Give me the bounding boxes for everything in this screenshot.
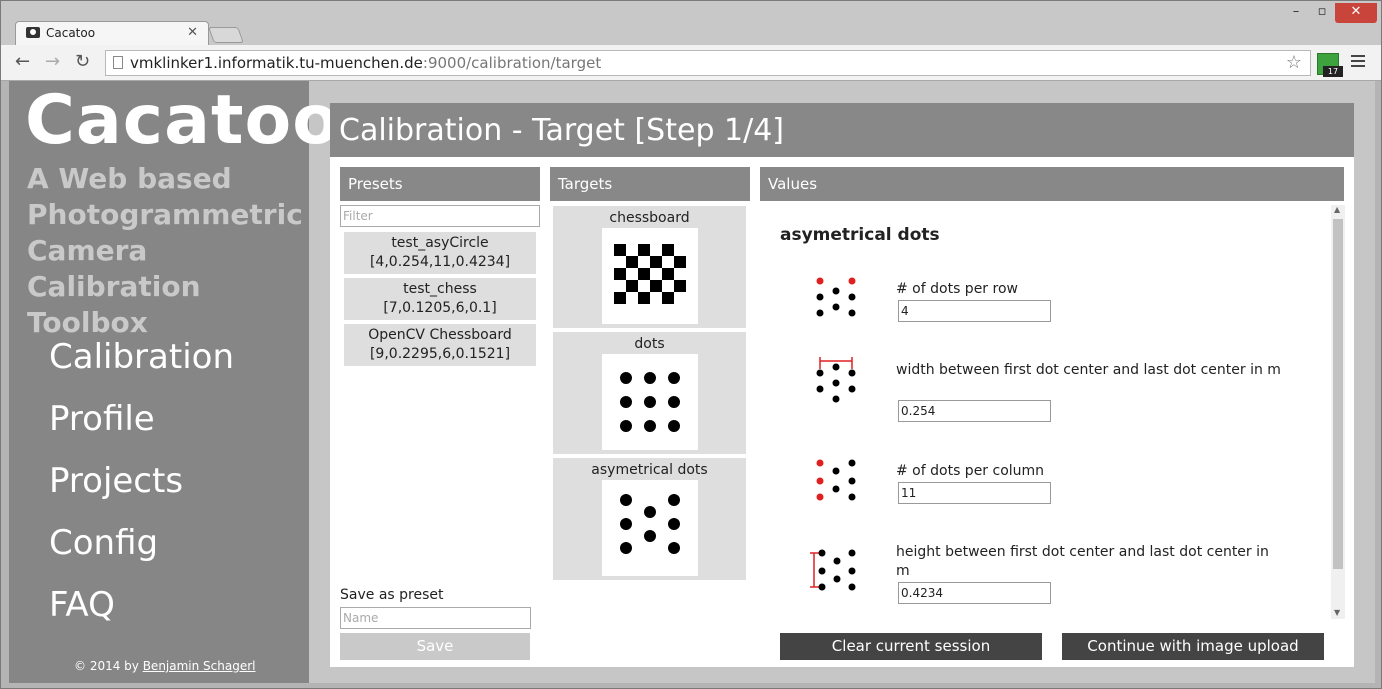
- reload-icon[interactable]: ↻: [75, 51, 90, 72]
- continue-upload-button[interactable]: Continue with image upload: [1062, 633, 1324, 660]
- bookmark-star-icon[interactable]: ☆: [1286, 52, 1302, 73]
- field-label: width between first dot center and last …: [896, 362, 1281, 378]
- field-label: height between first dot center and last…: [896, 544, 1269, 579]
- preset-name: test_asyCircle: [391, 235, 489, 251]
- page-title: Calibration - Target [Step 1/4]: [330, 103, 1354, 157]
- preset-name: OpenCV Chessboard: [368, 327, 512, 343]
- dots-per-row-input[interactable]: 4: [898, 300, 1051, 322]
- calibration-panel: Calibration - Target [Step 1/4] Presets …: [330, 103, 1354, 667]
- forward-arrow-icon[interactable]: →: [45, 51, 60, 72]
- nav-faq[interactable]: FAQ: [49, 585, 234, 647]
- filter-input[interactable]: Filter: [340, 205, 540, 227]
- nav-projects[interactable]: Projects: [49, 461, 234, 523]
- camera-icon: [26, 27, 40, 38]
- scroll-thumb[interactable]: [1333, 219, 1343, 569]
- dots-per-column-input[interactable]: 11: [898, 482, 1051, 504]
- window-controls: – ▫ ✕: [1283, 3, 1377, 23]
- preset-name-input[interactable]: Name: [340, 607, 531, 629]
- nav-calibration[interactable]: Calibration: [49, 337, 234, 399]
- field-label: # of dots per column: [896, 463, 1045, 479]
- dots-per-row-icon: [810, 275, 860, 325]
- new-tab-button[interactable]: [208, 27, 244, 43]
- tagline: A Web based Photogrammetric Camera Calib…: [27, 162, 303, 339]
- scroll-down-icon[interactable]: ▼: [1334, 608, 1340, 617]
- chessboard-image: [602, 228, 698, 324]
- extension-badge: 17: [1323, 66, 1343, 77]
- address-bar[interactable]: vmklinker1.informatik.tu-muenchen.de:900…: [105, 50, 1311, 76]
- close-window-icon[interactable]: ✕: [1335, 3, 1377, 23]
- preset-item[interactable]: test_asyCircle [4,0.254,11,0.4234]: [344, 232, 536, 274]
- save-preset-label: Save as preset: [340, 587, 444, 603]
- minimize-icon[interactable]: –: [1283, 3, 1309, 23]
- width-input[interactable]: 0.254: [898, 400, 1051, 422]
- preset-params: [4,0.254,11,0.4234]: [369, 254, 511, 270]
- dots-per-column-icon: [810, 457, 860, 507]
- sidebar: Cacatoo A Web based Photogrammetric Came…: [9, 81, 339, 683]
- asymetrical-dots-image: [602, 480, 698, 576]
- browser-tab[interactable]: Cacatoo ✕: [15, 21, 209, 45]
- values-form: asymetrical dots # of dots per row 4 wid…: [760, 203, 1344, 619]
- page: Cacatoo A Web based Photogrammetric Came…: [9, 81, 1375, 683]
- field-label: # of dots per row: [896, 281, 1018, 297]
- preset-params: [7,0.1205,6,0.1]: [383, 300, 497, 316]
- targets-heading: Targets: [550, 167, 750, 201]
- height-input[interactable]: 0.4234: [898, 582, 1051, 604]
- copyright-prefix: © 2014 by: [74, 659, 143, 673]
- target-dots[interactable]: dots: [553, 332, 746, 454]
- clear-session-button[interactable]: Clear current session: [780, 633, 1042, 660]
- values-scrollbar[interactable]: ▲ ▼: [1331, 205, 1345, 619]
- height-icon: [810, 545, 860, 595]
- url-host: vmklinker1.informatik.tu-muenchen.de: [130, 54, 423, 72]
- tab-title: Cacatoo: [46, 26, 96, 40]
- browser-window: Cacatoo ✕ – ▫ ✕ ← → ↻ vmklinker1.informa…: [0, 0, 1382, 689]
- save-button[interactable]: Save: [340, 633, 530, 660]
- maximize-icon[interactable]: ▫: [1309, 3, 1335, 23]
- presets-heading: Presets: [340, 167, 540, 201]
- copyright: © 2014 by Benjamin Schagerl: [74, 659, 256, 673]
- menu-icon[interactable]: [1351, 55, 1365, 70]
- url-path: :9000/calibration/target: [422, 54, 602, 72]
- logo: Cacatoo: [25, 81, 340, 160]
- back-arrow-icon[interactable]: ←: [15, 51, 30, 72]
- preset-name: test_chess: [403, 281, 477, 297]
- dots-image: [602, 354, 698, 450]
- preset-params: [9,0.2295,6,0.1521]: [369, 346, 511, 362]
- target-asymetrical-dots[interactable]: asymetrical dots: [553, 458, 746, 580]
- main-nav: Calibration Profile Projects Config FAQ: [49, 337, 234, 647]
- title-bar: Cacatoo ✕ – ▫ ✕: [1, 1, 1381, 45]
- nav-config[interactable]: Config: [49, 523, 234, 585]
- author-link[interactable]: Benjamin Schagerl: [143, 659, 256, 673]
- values-heading: Values: [760, 167, 1344, 201]
- target-chessboard[interactable]: chessboard: [553, 206, 746, 328]
- nav-profile[interactable]: Profile: [49, 399, 234, 461]
- width-icon: [810, 355, 860, 405]
- target-label: asymetrical dots: [591, 462, 708, 478]
- values-title: asymetrical dots: [780, 225, 940, 245]
- scroll-up-icon[interactable]: ▲: [1334, 205, 1340, 214]
- browser-toolbar: ← → ↻ vmklinker1.informatik.tu-muenchen.…: [1, 45, 1381, 81]
- preset-item[interactable]: test_chess [7,0.1205,6,0.1]: [344, 278, 536, 320]
- target-label: dots: [634, 336, 665, 352]
- preset-item[interactable]: OpenCV Chessboard [9,0.2295,6,0.1521]: [344, 324, 536, 366]
- page-icon: [113, 56, 123, 69]
- close-tab-icon[interactable]: ✕: [187, 25, 198, 40]
- target-label: chessboard: [609, 210, 690, 226]
